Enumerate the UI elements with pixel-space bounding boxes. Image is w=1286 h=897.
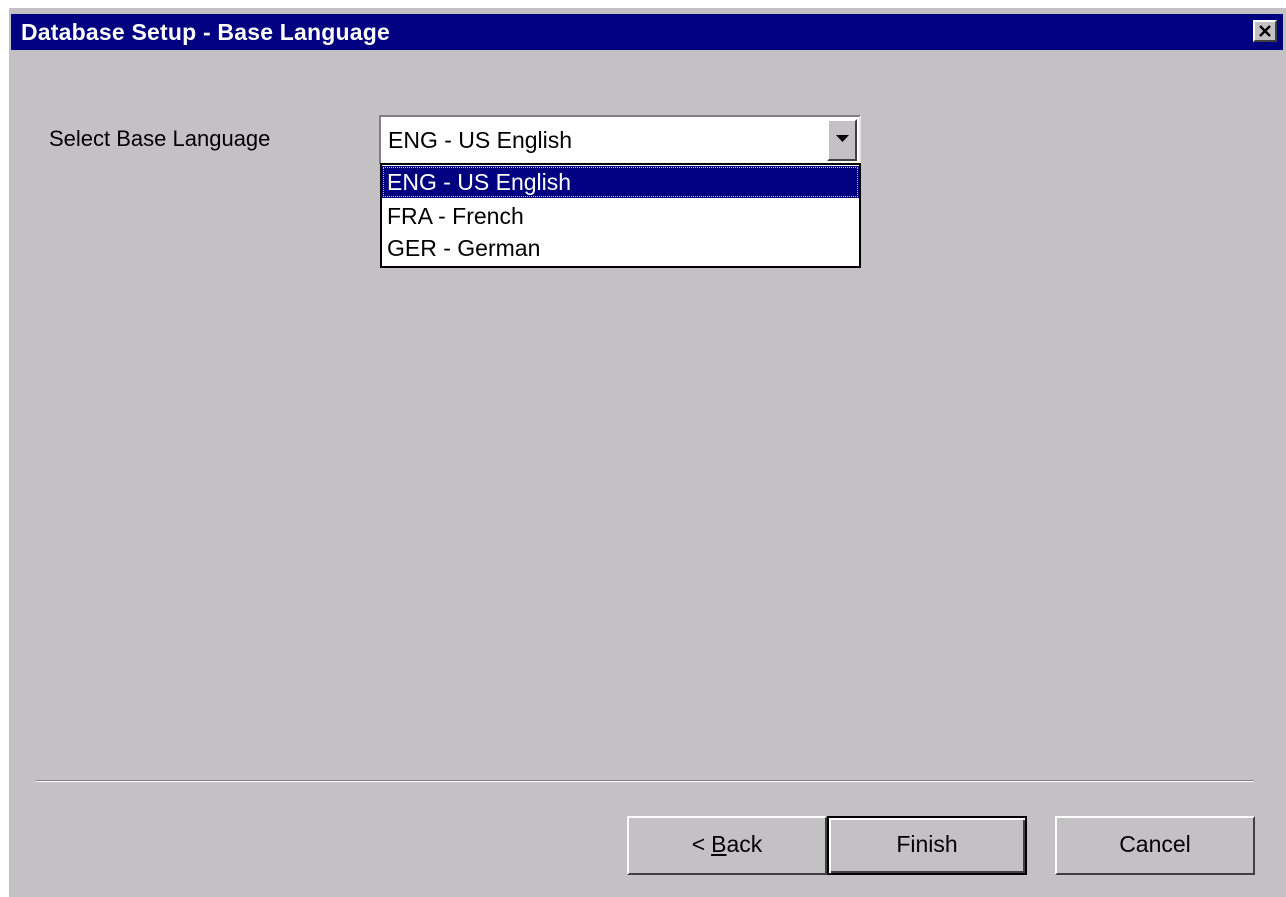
chevron-down-icon: [836, 135, 849, 142]
language-option-fra[interactable]: FRA - French: [382, 200, 859, 232]
language-dropdown-list[interactable]: ENG - US English FRA - French GER - Germ…: [380, 163, 861, 268]
finish-label: Finish: [896, 831, 958, 857]
base-language-label: Select Base Language: [49, 126, 271, 151]
back-label-rest: ack: [726, 831, 763, 857]
back-button[interactable]: < Back: [627, 816, 827, 875]
title-bar[interactable]: Database Setup - Base Language: [11, 14, 1283, 50]
close-button[interactable]: [1253, 20, 1277, 42]
language-option-eng[interactable]: ENG - US English: [382, 166, 859, 198]
dropdown-button[interactable]: [827, 119, 857, 161]
cancel-label: Cancel: [1119, 831, 1191, 857]
cancel-button[interactable]: Cancel: [1055, 816, 1255, 875]
finish-button[interactable]: Finish: [827, 816, 1027, 875]
language-option-ger[interactable]: GER - German: [382, 232, 859, 264]
close-icon: [1259, 25, 1271, 37]
window-title: Database Setup - Base Language: [21, 19, 390, 45]
back-arrow-glyph: <: [691, 831, 706, 857]
back-mnemonic: B: [711, 831, 727, 857]
footer-separator: [36, 780, 1254, 782]
combobox-selected-value: ENG - US English: [388, 127, 573, 153]
base-language-combobox[interactable]: ENG - US English: [379, 115, 861, 165]
